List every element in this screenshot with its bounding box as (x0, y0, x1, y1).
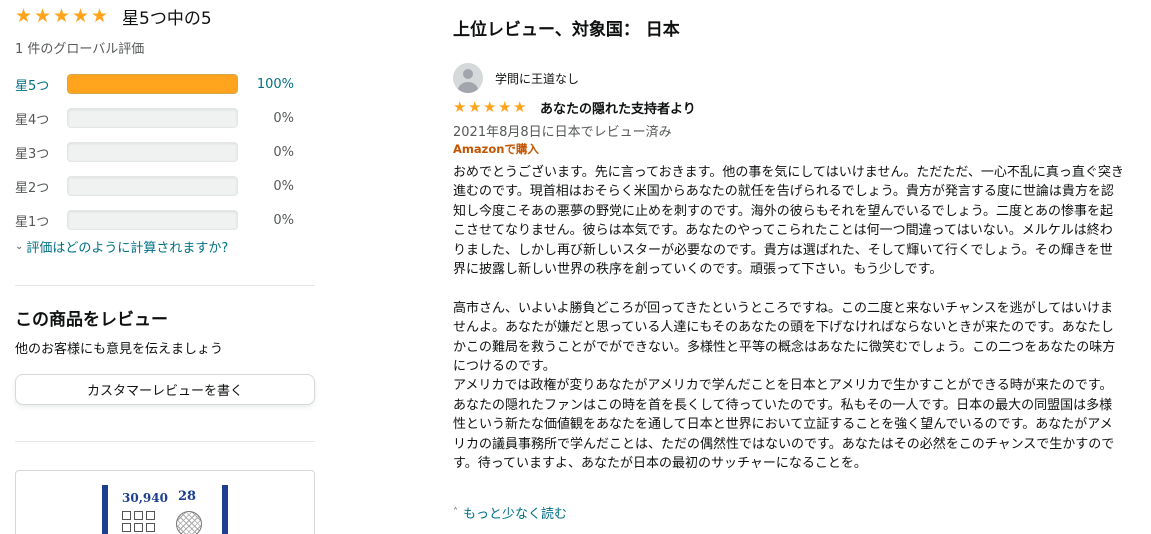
star-filled-icon: ★ (498, 98, 512, 116)
ad-cover-number: 28 (178, 489, 197, 504)
global-ratings-count: 1 件のグローバル評価 (15, 42, 145, 57)
average-rating-text: 星5つ中の5 (122, 9, 212, 29)
star-filled-icon: ★ (72, 5, 90, 27)
histogram-bar (67, 210, 238, 230)
average-stars: ★ ★ ★ ★ ★ (15, 7, 110, 26)
divider (15, 441, 315, 442)
chevron-down-icon: ⌄ (15, 241, 24, 252)
verified-purchase-badge: Amazonで購入 (453, 142, 539, 156)
read-less-label: もっと少なく読む (463, 507, 568, 522)
star-filled-icon: ★ (53, 5, 71, 27)
review-date: 2021年8月8日に日本でレビュー済み (453, 125, 672, 140)
star-filled-icon: ★ (468, 98, 482, 116)
chevron-up-icon: ˄ (453, 507, 458, 518)
review-title[interactable]: あなたの隠れた支持者より (540, 98, 696, 117)
reviewer-name: 学問に王道なし (495, 71, 580, 86)
histogram-star-label: 星1つ (15, 214, 50, 230)
avatar (453, 63, 483, 93)
star-filled-icon: ★ (483, 98, 497, 116)
ad-book-cover-image: 30,940 28 (102, 485, 228, 534)
histogram-percent: 0% (273, 144, 294, 160)
divider (15, 285, 315, 286)
globe-icon (176, 511, 202, 534)
histogram-row: 星1つ 0% (15, 209, 315, 231)
histogram-row: 星2つ 0% (15, 175, 315, 197)
histogram-row: 星4つ 0% (15, 107, 315, 129)
star-filled-icon: ★ (91, 5, 109, 27)
histogram-percent: 100% (256, 76, 294, 92)
histogram-star-label: 星2つ (15, 180, 50, 196)
histogram-row[interactable]: 星5つ 100% (15, 73, 315, 95)
star-filled-icon: ★ (34, 5, 52, 27)
histogram-bar (67, 176, 238, 196)
how-ratings-calculated-link[interactable]: ⌄ 評価はどのように計算されますか? (15, 237, 228, 256)
write-review-button[interactable]: カスタマーレビューを書く (15, 374, 315, 405)
review-title-row[interactable]: ★ ★ ★ ★ ★ あなたの隠れた支持者より (453, 98, 696, 118)
histogram-star-label: 星3つ (15, 146, 50, 162)
read-less-link[interactable]: ˄ もっと少なく読む (453, 503, 567, 522)
average-rating-row[interactable]: ★ ★ ★ ★ ★ 星5つ中の5 (15, 4, 212, 30)
review-stars: ★ ★ ★ ★ ★ (453, 100, 528, 115)
histogram-percent: 0% (273, 212, 294, 228)
sponsored-product-ad[interactable]: 30,940 28 (15, 470, 315, 534)
histogram-percent: 0% (273, 178, 294, 194)
histogram-bar (67, 74, 238, 94)
histogram-bar-fill (68, 75, 237, 93)
histogram-bar (67, 142, 238, 162)
histogram-bar (67, 108, 238, 128)
review-paragraph: 高市さん、いよいよ勝負どころが回ってきたというところですね。この二度と来ないチャ… (453, 300, 1116, 375)
review-paragraph (453, 279, 1125, 298)
review-paragraph: アメリカでは政権が変りあなたがアメリカで学んだことを日本とアメリカで生かすことが… (453, 378, 1115, 472)
star-filled-icon: ★ (513, 98, 527, 116)
ad-cover-number: 30,940 (122, 491, 168, 505)
histogram-star-label: 星5つ (15, 78, 50, 94)
histogram-row: 星3つ 0% (15, 141, 315, 163)
ad-cover-grid-graphic (122, 511, 155, 532)
top-reviews-heading: 上位レビュー、対象国： 日本 (453, 20, 680, 40)
review-paragraph: おめでとうございます。先に言っておきます。他の事を気にしてはいけません。ただただ… (453, 165, 1124, 278)
review-this-product-subtext: 他のお客様にも意見を伝えましょう (15, 342, 224, 357)
reviewer-profile[interactable]: 学問に王道なし (453, 63, 579, 93)
review-body: おめでとうございます。先に言っておきます。他の事を気にしてはいけません。ただただ… (453, 163, 1125, 473)
star-filled-icon: ★ (453, 98, 467, 116)
review-this-product-heading: この商品をレビュー (15, 310, 168, 330)
how-ratings-calculated-label: 評価はどのように計算されますか? (26, 241, 229, 256)
histogram-percent: 0% (273, 110, 294, 126)
star-filled-icon: ★ (15, 5, 33, 27)
histogram-star-label: 星4つ (15, 112, 50, 128)
